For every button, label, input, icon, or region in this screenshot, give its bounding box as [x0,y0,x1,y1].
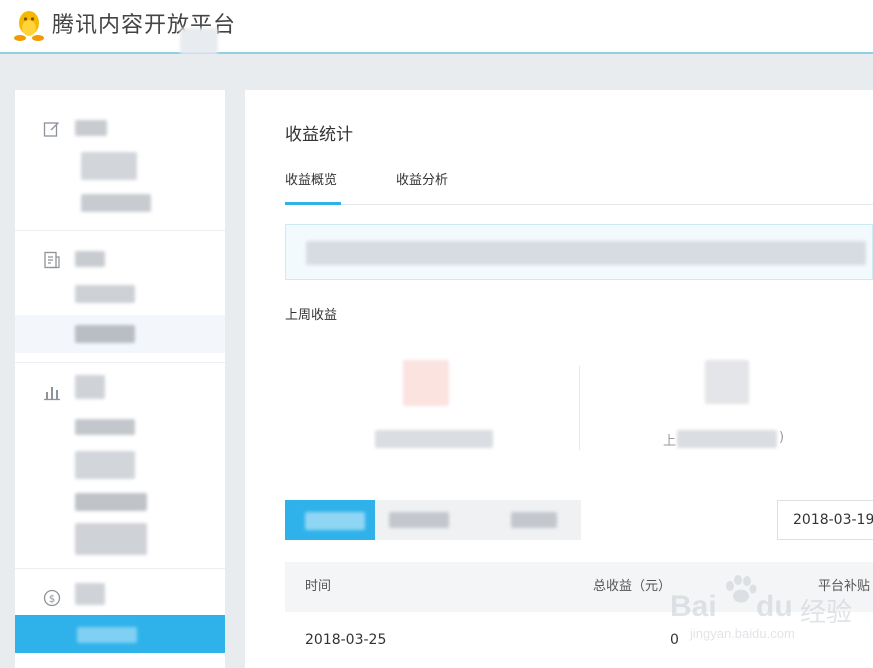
redaction-block [511,512,557,528]
redaction-block [305,512,365,530]
date-picker[interactable]: 2018-03-19 [777,500,873,540]
column-header-time[interactable]: 时间 [305,562,331,612]
redaction-block [389,512,449,528]
stat-right-suffix: ) [779,430,785,445]
redaction-block [75,325,135,343]
stat-label-redacted [677,430,777,448]
top-header: 腾讯内容开放平台 [0,0,873,54]
redaction-block [75,375,105,399]
stat-value-redacted [403,360,449,406]
sidebar-subitem[interactable] [75,186,225,222]
redaction-block [75,523,147,555]
redaction-block [180,28,218,54]
stat-label-redacted [375,430,493,448]
redaction-block [75,451,135,479]
sidebar-group-1 [15,90,225,230]
stat-right-prefix: 上 [663,434,677,449]
notice-banner[interactable] [285,224,873,280]
stat-value-redacted [705,360,749,404]
tab-overview[interactable]: 收益概览 [285,170,341,205]
stat-divider [579,366,580,450]
sidebar-subitem[interactable] [75,523,225,559]
period-segmented-control[interactable] [285,500,581,540]
last-week-label: 上周收益 [285,308,338,323]
redaction-block [77,627,137,643]
page-title: 收益统计 [285,125,353,145]
sidebar-subitem[interactable] [75,485,225,521]
watermark-url: jingyan.baidu.com [690,626,795,641]
sidebar-subitem[interactable] [75,447,225,483]
sidebar-subitem[interactable] [75,277,225,313]
document-icon [44,251,60,269]
sidebar-subitem-selected[interactable] [15,315,225,353]
tab-bar: 收益概览 收益分析 [285,170,873,205]
redaction-block [75,285,135,303]
sidebar-subitem[interactable] [75,409,225,445]
column-header-total[interactable]: 总收益（元） [593,562,671,612]
sidebar-subitem-active[interactable] [15,615,225,653]
bar-chart-icon [44,387,60,401]
redaction-block [81,194,151,212]
edit-icon [43,122,59,137]
sidebar: $ [15,90,225,668]
svg-text:$: $ [49,594,55,605]
watermark-brand: Bai [670,590,717,623]
paw-icon [726,575,757,603]
baidu-watermark: Bai du 经验 jingyan.baidu.com [670,574,873,646]
watermark-brand-2: du [756,590,793,623]
redaction-block [75,583,105,605]
redaction-block [306,241,866,265]
watermark-cn: 经验 [800,597,853,627]
tab-analysis[interactable]: 收益分析 [396,170,456,202]
redaction-block [75,120,107,136]
dollar-circle-icon: $ [43,589,61,607]
cell-date: 2018-03-25 [305,632,387,648]
sidebar-group-3 [15,363,225,568]
redaction-block [81,152,137,180]
redaction-block [75,419,135,435]
redaction-block [75,251,105,267]
penguin-icon[interactable] [12,8,46,42]
sidebar-subitem[interactable] [75,148,225,184]
redaction-block [75,493,147,511]
